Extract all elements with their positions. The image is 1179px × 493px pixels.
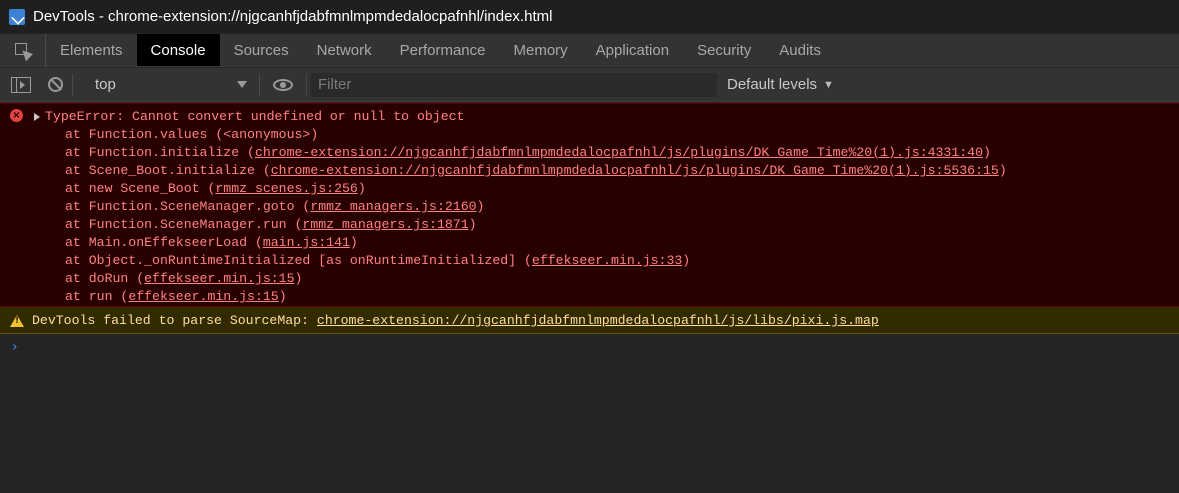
clear-icon	[47, 77, 63, 92]
stack-frame-text: at doRun (	[65, 271, 145, 286]
log-levels-dropdown[interactable]: Default levels ▼	[727, 76, 834, 93]
eye-icon	[273, 78, 293, 91]
stack-frame: at Main.onEffekseerLoad (main.js:141)	[0, 234, 1179, 252]
stack-frame-text: at Scene_Boot.initialize (	[65, 163, 271, 178]
error-message: × TypeError: Cannot convert undefined or…	[0, 103, 1179, 307]
warning-link[interactable]: chrome-extension://njgcanhfjdabfmnlmpmde…	[317, 313, 879, 328]
context-selector[interactable]: top	[73, 68, 259, 102]
devtools-icon	[9, 8, 25, 25]
stack-frame-text: at Main.onEffekseerLoad (	[65, 235, 263, 250]
stack-frame-link[interactable]: rmmz_managers.js:2160	[310, 199, 476, 214]
console-output: × TypeError: Cannot convert undefined or…	[0, 103, 1179, 493]
tab-memory[interactable]: Memory	[500, 34, 582, 66]
log-levels-label: Default levels	[727, 76, 818, 93]
tab-performance[interactable]: Performance	[386, 34, 500, 66]
stack-frame: at doRun (effekseer.min.js:15)	[0, 270, 1179, 288]
stack-frame-text: at Function.initialize (	[65, 145, 255, 160]
stack-frame-suffix: )	[468, 217, 477, 232]
stack-frame-suffix: )	[349, 235, 358, 250]
stack-frame-link[interactable]: effekseer.min.js:15	[144, 271, 294, 286]
warning-icon	[10, 315, 24, 327]
stack-frame-suffix: )	[294, 271, 303, 286]
stack-frame: at Object._onRuntimeInitialized [as onRu…	[0, 252, 1179, 270]
stack-frame-link[interactable]: main.js:141	[263, 235, 350, 250]
toggle-sidebar-button[interactable]	[4, 68, 38, 102]
panel-tab-bar: Elements Console Sources Network Perform…	[0, 34, 1179, 67]
stack-frame-suffix: )	[682, 253, 691, 268]
stack-frame: at Scene_Boot.initialize (chrome-extensi…	[0, 162, 1179, 180]
expand-triangle-icon[interactable]	[34, 113, 40, 121]
toolbar-divider	[306, 73, 307, 96]
stack-frame-text: at Object._onRuntimeInitialized [as onRu…	[65, 253, 532, 268]
stack-frame-text: at new Scene_Boot (	[65, 181, 216, 196]
stack-frame: at Function.SceneManager.run (rmmz_manag…	[0, 216, 1179, 234]
error-text: TypeError: Cannot convert undefined or n…	[45, 109, 465, 124]
console-prompt[interactable]: ›	[0, 334, 1179, 358]
inspect-element-icon	[14, 42, 33, 61]
stack-frame-suffix: )	[476, 199, 485, 214]
stack-frame: at Function.values (<anonymous>)	[0, 126, 1179, 144]
title-bar: DevTools - chrome-extension://njgcanhfjd…	[0, 0, 1179, 33]
caret-down-icon: ▼	[823, 78, 834, 91]
stack-frame-link[interactable]: effekseer.min.js:15	[128, 289, 278, 304]
filter-input[interactable]	[311, 72, 717, 97]
stack-frame-suffix: )	[983, 145, 991, 160]
stack-frame: at new Scene_Boot (rmmz_scenes.js:256)	[0, 180, 1179, 198]
stack-frame-suffix: )	[998, 163, 1007, 178]
inspect-element-button[interactable]	[0, 34, 46, 67]
window-title: DevTools - chrome-extension://njgcanhfjd…	[33, 8, 553, 25]
tab-security[interactable]: Security	[683, 34, 765, 66]
error-icon: ×	[10, 109, 23, 122]
context-value: top	[95, 76, 116, 93]
tab-sources[interactable]: Sources	[220, 34, 303, 66]
stack-frame-suffix: )	[357, 181, 366, 196]
stack-frame-link[interactable]: rmmz_managers.js:1871	[302, 217, 468, 232]
stack-frame-suffix: )	[278, 289, 287, 304]
prompt-chevron-icon: ›	[12, 339, 18, 355]
stack-frame: at run (effekseer.min.js:15)	[0, 288, 1179, 306]
tab-audits[interactable]: Audits	[765, 34, 835, 66]
sidebar-icon	[11, 76, 31, 93]
stack-frame-text: at Function.SceneManager.run (	[65, 217, 303, 232]
warning-text: DevTools failed to parse SourceMap:	[32, 313, 317, 328]
tab-application[interactable]: Application	[582, 34, 683, 66]
stack-frame-link[interactable]: chrome-extension://njgcanhfjdabfmnlmpmde…	[271, 163, 999, 178]
caret-down-icon	[237, 81, 247, 88]
clear-console-button[interactable]	[38, 68, 72, 102]
tab-network[interactable]: Network	[303, 34, 386, 66]
warning-message: DevTools failed to parse SourceMap: chro…	[0, 307, 1179, 334]
stack-frame: at Function.SceneManager.goto (rmmz_mana…	[0, 198, 1179, 216]
stack-frame: at Function.initialize (chrome-extension…	[0, 144, 1179, 162]
console-toolbar: top Default levels ▼	[0, 68, 1179, 102]
stack-frame-link[interactable]: chrome-extension://njgcanhfjdabfmnlmpmde…	[255, 145, 983, 160]
stack-frame-text: at run (	[65, 289, 129, 304]
stack-frame-text: at Function.SceneManager.goto (	[65, 199, 311, 214]
stack-trace: at Function.values (<anonymous>) at Funct…	[0, 126, 1179, 306]
stack-frame-link[interactable]: rmmz_scenes.js:256	[215, 181, 357, 196]
live-expression-button[interactable]	[260, 68, 306, 102]
tab-console[interactable]: Console	[136, 34, 220, 66]
tab-elements[interactable]: Elements	[46, 34, 137, 66]
stack-frame-text: at Function.values (<anonymous>)	[65, 127, 319, 142]
stack-frame-link[interactable]: effekseer.min.js:33	[532, 253, 682, 268]
